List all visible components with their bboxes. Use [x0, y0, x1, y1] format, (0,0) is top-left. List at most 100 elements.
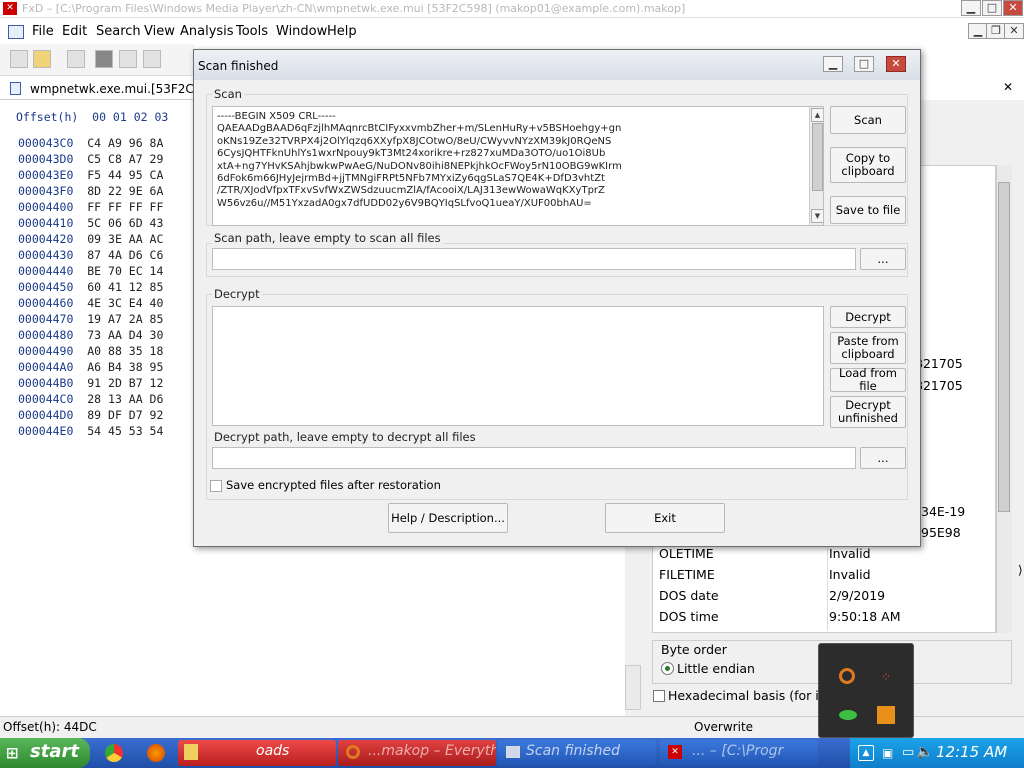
hex-row[interactable]: 00004440 BE 70 EC 14: [18, 264, 163, 278]
menu-tools[interactable]: Tools: [236, 24, 268, 39]
hex-row[interactable]: 00004410 5C 06 6D 43: [18, 216, 163, 230]
hex-bytes[interactable]: 73 AA D4 30: [87, 328, 163, 342]
doc-close-button[interactable]: ✕: [1004, 23, 1024, 39]
copy-to-clipboard-button[interactable]: Copy to clipboard: [830, 147, 906, 183]
hex-bytes[interactable]: 89 DF D7 92: [87, 408, 163, 422]
maximize-button[interactable]: □: [982, 0, 1002, 16]
menu-view[interactable]: View: [144, 24, 175, 39]
hex-row[interactable]: 00004460 4E 3C E4 40: [18, 296, 163, 310]
delete-icon[interactable]: [95, 50, 113, 68]
taskbar-item-everything[interactable]: ...makop – Everyth: [338, 740, 496, 766]
dialog-maximize-button[interactable]: □: [854, 56, 874, 72]
new-file-icon[interactable]: [10, 50, 28, 68]
document-tab[interactable]: wmpnetwk.exe.mui.[53F2C598: [0, 78, 217, 100]
hex-row[interactable]: 00004480 73 AA D4 30: [18, 328, 163, 342]
little-endian-radio[interactable]: [661, 662, 674, 675]
inspector-scroll-thumb[interactable]: [998, 182, 1010, 512]
close-button[interactable]: ✕: [1003, 0, 1023, 16]
open-folder-icon[interactable]: [33, 50, 51, 68]
hex-basis-checkbox[interactable]: [653, 690, 665, 702]
scan-path-input[interactable]: [212, 248, 856, 270]
volume-icon[interactable]: 🔈: [916, 744, 933, 760]
paste-from-clipboard-button[interactable]: Paste from clipboard: [830, 332, 906, 364]
hex-bytes[interactable]: 8D 22 9E 6A: [87, 184, 163, 198]
doc-minimize-button[interactable]: ▁: [968, 23, 988, 39]
hex-row[interactable]: 000043D0 C5 C8 A7 29: [18, 152, 163, 166]
hex-bytes[interactable]: 4E 3C E4 40: [87, 296, 163, 310]
hex-row[interactable]: 00004470 19 A7 2A 85: [18, 312, 163, 326]
dialog-minimize-button[interactable]: ▁: [823, 56, 843, 72]
print-icon[interactable]: [119, 50, 137, 68]
hex-bytes[interactable]: 19 A7 2A 85: [87, 312, 163, 326]
hex-bytes[interactable]: 28 13 AA D6: [87, 392, 163, 406]
doc-restore-button[interactable]: ❐: [986, 23, 1006, 39]
hex-bytes[interactable]: 91 2D B7 12: [87, 376, 163, 390]
hex-row[interactable]: 000044E0 54 45 53 54: [18, 424, 163, 438]
hex-row[interactable]: 00004450 60 41 12 85: [18, 280, 163, 294]
start-button[interactable]: ⊞ start: [0, 738, 90, 768]
menu-analysis[interactable]: Analysis: [180, 24, 234, 39]
network-icon[interactable]: ▣: [882, 746, 893, 760]
taskbar-item-hex-editor[interactable]: ✕ ... – [C:\Progr: [660, 740, 818, 766]
hex-bytes[interactable]: F5 44 95 CA: [87, 168, 163, 182]
hex-bytes[interactable]: A0 88 35 18: [87, 344, 163, 358]
save-encrypted-checkbox[interactable]: [210, 480, 222, 492]
hex-row[interactable]: 00004400 FF FF FF FF: [18, 200, 163, 214]
save-to-file-button[interactable]: Save to file: [830, 196, 906, 224]
menu-help[interactable]: Help: [327, 24, 357, 39]
decrypt-textarea[interactable]: [212, 306, 824, 426]
orange-app-icon[interactable]: [877, 706, 895, 724]
scan-button[interactable]: Scan: [830, 106, 906, 134]
menu-file[interactable]: File: [32, 24, 54, 39]
hex-row[interactable]: 000044D0 89 DF D7 92: [18, 408, 163, 422]
hex-row[interactable]: 000044B0 91 2D B7 12: [18, 376, 163, 390]
hex-bytes[interactable]: 09 3E AA AC: [87, 232, 163, 246]
green-shield-icon[interactable]: [839, 710, 857, 720]
hex-scrollbar[interactable]: [625, 665, 641, 710]
scan-path-browse-button[interactable]: ...: [860, 248, 906, 270]
scroll-up-icon[interactable]: ▲: [811, 108, 823, 122]
scan-scrollbar[interactable]: ▲ ▼: [809, 107, 823, 225]
show-hidden-icons-icon[interactable]: ▲: [858, 745, 874, 761]
chrome-icon[interactable]: [105, 744, 123, 762]
scroll-thumb[interactable]: [812, 123, 823, 191]
taskbar-item-scan-finished[interactable]: Scan finished: [498, 740, 656, 766]
decrypt-path-browse-button[interactable]: ...: [860, 447, 906, 469]
decrypt-button[interactable]: Decrypt: [830, 306, 906, 328]
hex-bytes[interactable]: 60 41 12 85: [87, 280, 163, 294]
menu-window[interactable]: Window: [276, 24, 327, 39]
menu-edit[interactable]: Edit: [62, 24, 87, 39]
hex-row[interactable]: 000043F0 8D 22 9E 6A: [18, 184, 163, 198]
hex-bytes[interactable]: BE 70 EC 14: [87, 264, 163, 278]
hex-bytes[interactable]: A6 B4 38 95: [87, 360, 163, 374]
hex-bytes[interactable]: C4 A9 96 8A: [87, 136, 163, 150]
properties-icon[interactable]: [143, 50, 161, 68]
colorful-dots-icon[interactable]: ⁘: [881, 670, 891, 684]
hex-editor[interactable]: Offset(h) 00 01 02 03 000043C0 C4 A9 96 …: [0, 100, 195, 715]
minimize-button[interactable]: ▁: [961, 0, 981, 16]
exit-button[interactable]: Exit: [605, 503, 725, 533]
hex-bytes[interactable]: 54 45 53 54: [87, 424, 163, 438]
hex-bytes[interactable]: 5C 06 6D 43: [87, 216, 163, 230]
dialog-close-button[interactable]: ✕: [886, 56, 906, 72]
scan-result-textarea[interactable]: -----BEGIN X509 CRL----- QAEAADgBAAD6qFz…: [212, 106, 824, 226]
clock[interactable]: 12:15 AM: [936, 743, 1007, 761]
hex-row[interactable]: 00004430 87 4A D6 C6: [18, 248, 163, 262]
hex-row[interactable]: 000044C0 28 13 AA D6: [18, 392, 163, 406]
search-icon[interactable]: [839, 668, 855, 684]
decrypt-path-input[interactable]: [212, 447, 856, 469]
hex-row[interactable]: 000043E0 F5 44 95 CA: [18, 168, 163, 182]
hex-row[interactable]: 00004490 A0 88 35 18: [18, 344, 163, 358]
scroll-down-icon[interactable]: ▼: [811, 209, 823, 223]
firefox-icon[interactable]: [147, 744, 165, 762]
menu-search[interactable]: Search: [96, 24, 141, 39]
hex-bytes[interactable]: FF FF FF FF: [87, 200, 163, 214]
inspector-close-icon[interactable]: ✕: [1003, 80, 1013, 94]
hex-row[interactable]: 000044A0 A6 B4 38 95: [18, 360, 163, 374]
hex-row[interactable]: 00004420 09 3E AA AC: [18, 232, 163, 246]
help-description-button[interactable]: Help / Description...: [388, 503, 508, 533]
load-from-file-button[interactable]: Load from file: [830, 367, 906, 393]
taskbar-item-downloads[interactable]: oads: [178, 740, 336, 766]
decrypt-unfinished-button[interactable]: Decrypt unfinished: [830, 396, 906, 428]
hex-bytes[interactable]: C5 C8 A7 29: [87, 152, 163, 166]
